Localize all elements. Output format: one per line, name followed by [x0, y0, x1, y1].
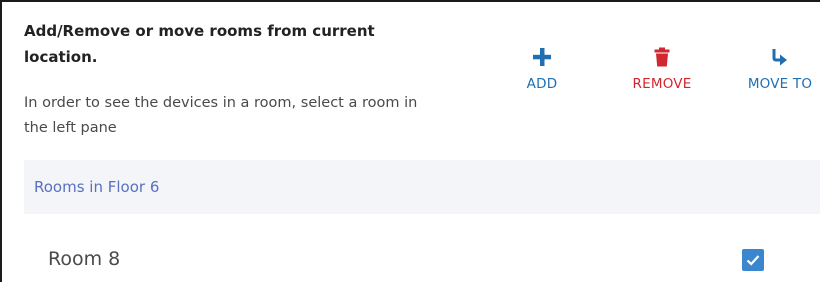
panel-instructions: In order to see the devices in a room, s…	[24, 95, 418, 136]
move-to-button[interactable]: MOVE TO	[738, 42, 820, 92]
rooms-section-header: Rooms in Floor 6	[24, 160, 820, 214]
room-management-panel: Add/Remove or move rooms from current lo…	[0, 0, 820, 282]
add-button-label: ADD	[526, 76, 558, 92]
plus-icon	[532, 42, 552, 72]
checkmark-icon	[746, 255, 760, 266]
trash-icon	[654, 42, 670, 72]
remove-button-label: REMOVE	[632, 76, 692, 92]
panel-heading: Add/Remove or move rooms from current lo…	[24, 22, 375, 66]
move-arrow-icon	[771, 42, 789, 72]
remove-button[interactable]: REMOVE	[622, 42, 702, 92]
room-row[interactable]: Room 8	[24, 230, 820, 284]
add-button[interactable]: ADD	[524, 42, 560, 92]
room-name[interactable]: Room 8	[48, 248, 120, 270]
room-checkbox[interactable]	[742, 249, 764, 271]
move-to-button-label: MOVE TO	[747, 76, 813, 92]
